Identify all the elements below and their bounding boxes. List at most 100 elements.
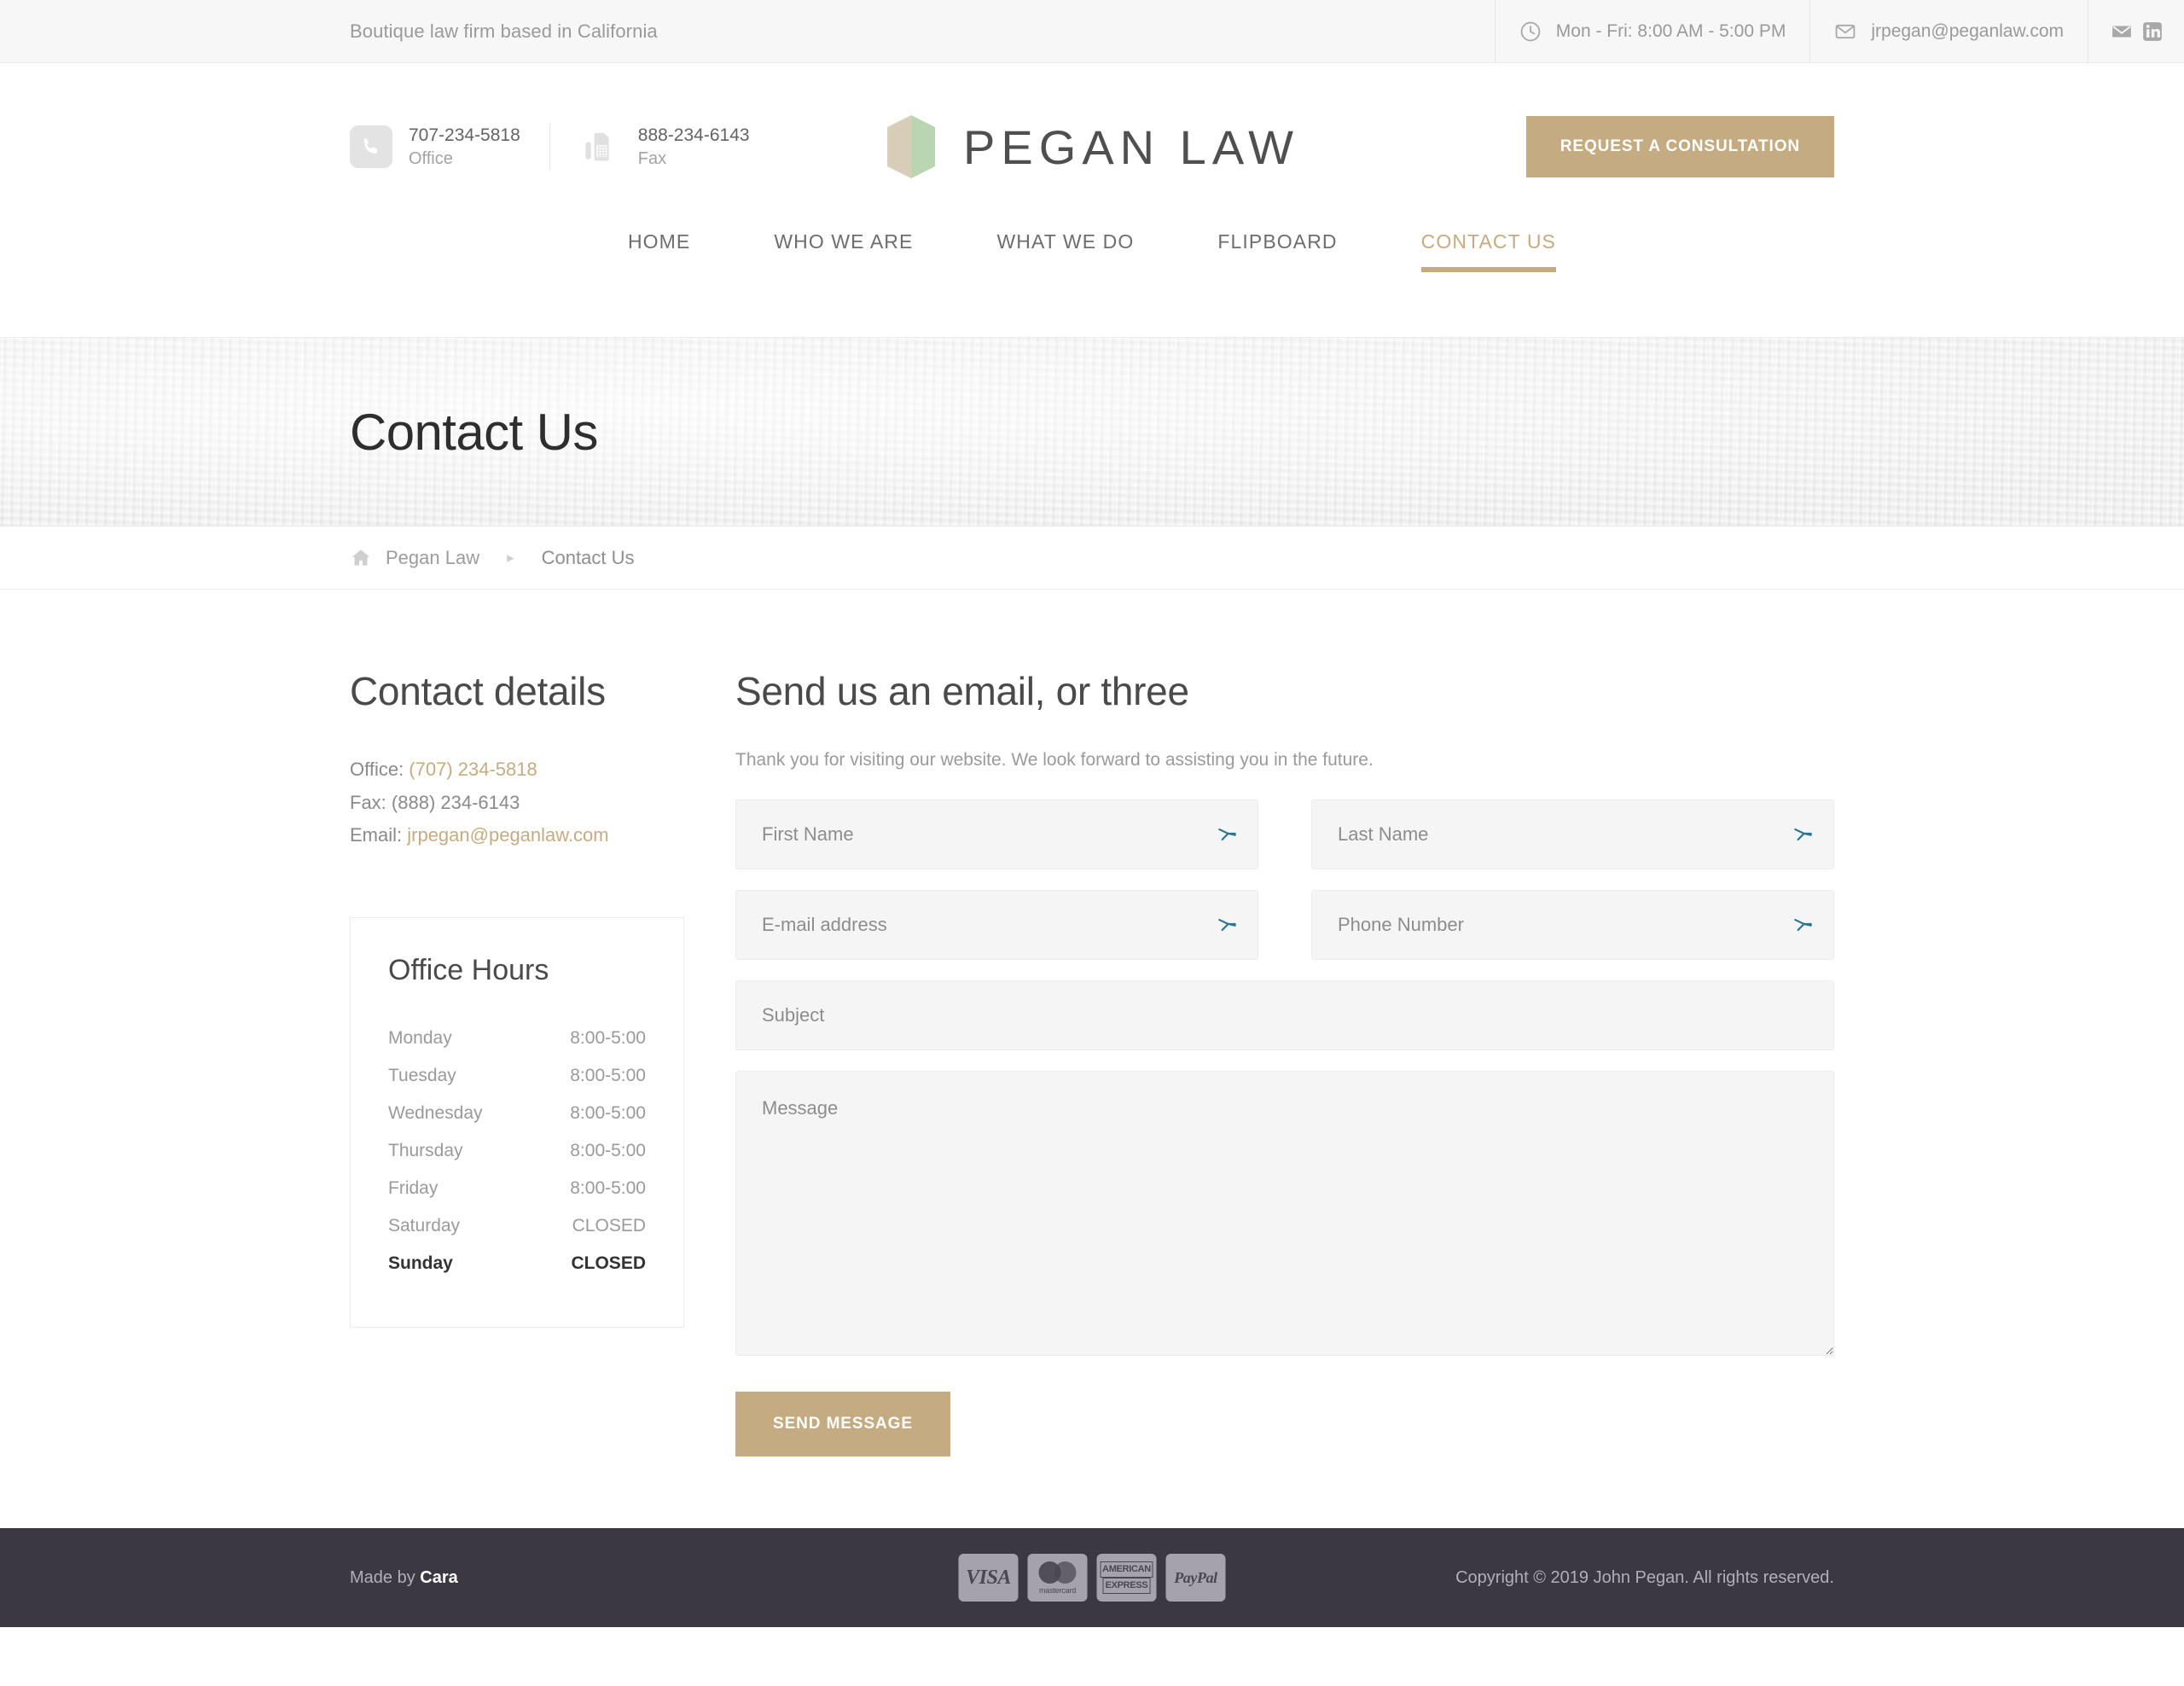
mastercard-icon: mastercard [1027,1554,1088,1602]
social-links [2088,0,2184,62]
fax-icon [579,125,622,168]
hours-day: Saturday [388,1215,461,1235]
tagline: Boutique law firm based in California [350,20,658,42]
last-name-input[interactable] [1311,799,1834,869]
mastercard-circles [1038,1561,1077,1584]
copyright: Copyright © 2019 John Pegan. All rights … [1455,1567,1834,1587]
visa-label: VISA [966,1566,1011,1589]
breadcrumb: Pegan Law ▸ Contact Us [0,526,2184,590]
site-logo[interactable]: PEGAN LAW [885,114,1299,179]
site-footer: Made by Cara VISA mastercard AMERICAN EX… [0,1528,2184,1627]
send-message-button[interactable]: SEND MESSAGE [735,1392,950,1456]
breadcrumb-item-pegan-law[interactable]: Pegan Law [386,547,479,569]
hours-row: Saturday CLOSED [388,1207,646,1245]
envelope-icon [1834,20,1856,43]
detail-fax-value: (888) 234-6143 [391,791,520,813]
detail-office: Office: (707) 234-5818 [350,753,682,787]
hours-day: Monday [388,1027,452,1048]
topbar-email[interactable]: jrpegan@peganlaw.com [1809,0,2088,62]
business-hours-text: Mon - Fri: 8:00 AM - 5:00 PM [1555,20,1786,41]
hours-row: Monday 8:00-5:00 [388,1020,646,1057]
header-divider [549,123,550,171]
hours-row: Thursday 8:00-5:00 [388,1132,646,1170]
visa-icon: VISA [958,1554,1019,1602]
subject-field [735,980,1834,1050]
office-hours-title: Office Hours [388,953,549,986]
hours-row-today: Sunday CLOSED [388,1245,646,1282]
detail-email: Email: jrpegan@peganlaw.com [350,819,682,852]
linkedin-icon[interactable] [2141,20,2164,43]
nav-item-contact-us[interactable]: CONTACT US [1380,230,1598,272]
hours-day: Sunday [388,1253,453,1273]
office-hours-card: Office Hours Monday 8:00-5:00 Tuesday 8:… [350,916,684,1328]
contact-details-title: Contact details [350,669,606,713]
nav-item-home[interactable]: HOME [586,230,732,272]
made-by-prefix: Made by [350,1567,421,1587]
detail-fax-label: Fax: [350,791,392,813]
paypal-label: PayPal [1174,1568,1217,1586]
phone-icon [350,125,392,168]
first-name-input[interactable] [735,799,1258,869]
hours-value: 8:00-5:00 [570,1102,646,1123]
email-icon[interactable] [2111,20,2133,43]
hours-day: Tuesday [388,1065,456,1085]
home-icon[interactable] [350,547,372,569]
hours-row: Friday 8:00-5:00 [388,1170,646,1207]
amex-icon: AMERICAN EXPRESS [1096,1554,1157,1602]
utility-topbar: Boutique law firm based in California Mo… [0,0,2184,63]
email-field [735,890,1258,960]
paypal-icon: PayPal [1165,1554,1226,1602]
detail-office-label: Office: [350,759,410,780]
amex-top-label: AMERICAN [1100,1561,1153,1578]
page-content: Contact details Office: (707) 234-5818 F… [0,590,2184,1528]
hours-row: Tuesday 8:00-5:00 [388,1057,646,1095]
breadcrumb-separator-icon: ▸ [507,549,514,566]
hours-day: Thursday [388,1140,463,1160]
office-phone-label: Office [409,148,453,168]
site-header: 707-234-5818 Office 888-234-6143 Fax PEG… [0,63,2184,230]
mastercard-label: mastercard [1038,1585,1076,1595]
header-office-phone[interactable]: 707-234-5818 Office [350,124,520,169]
hours-value: 8:00-5:00 [570,1140,646,1160]
form-row-message [735,1071,1834,1356]
topbar-right: Mon - Fri: 8:00 AM - 5:00 PM jrpegan@peg… [1494,0,2184,62]
breadcrumb-item-contact-us: Contact Us [541,546,635,568]
detail-fax: Fax: (888) 234-6143 [350,787,682,820]
hours-day: Friday [388,1177,439,1198]
hours-day: Wednesday [388,1102,483,1123]
request-consultation-button[interactable]: REQUEST A CONSULTATION [1525,116,1834,177]
header-fax-number: 888-234-6143 Fax [579,124,750,169]
nav-item-who-we-are[interactable]: WHO WE ARE [732,230,955,272]
detail-email-label: Email: [350,824,408,846]
hours-row: Wednesday 8:00-5:00 [388,1095,646,1132]
phone-input[interactable] [1311,890,1834,960]
payment-methods: VISA mastercard AMERICAN EXPRESS PayPal [958,1554,1226,1602]
page-title: Contact Us [350,403,598,461]
fax-label: Fax [637,148,667,168]
header-contact-block: 707-234-5818 Office 888-234-6143 Fax [350,123,750,171]
nav-item-flipboard[interactable]: FLIPBOARD [1176,230,1379,272]
contact-form-intro: Thank you for visiting our website. We l… [735,750,1374,770]
fax-number-text: 888-234-6143 [637,125,750,146]
contact-form: SEND MESSAGE [735,799,1834,1456]
hexagon-logo-icon [885,114,938,179]
detail-office-link[interactable]: (707) 234-5818 [409,759,537,780]
form-row-subject [735,980,1834,1050]
detail-email-link[interactable]: jrpegan@peganlaw.com [407,824,608,846]
nav-item-what-we-do[interactable]: WHAT WE DO [955,230,1176,272]
last-name-field [1311,799,1834,869]
page-banner: Contact Us [0,337,2184,526]
office-phone-number: 707-234-5818 [409,125,520,146]
brand-name: PEGAN LAW [963,119,1299,174]
hours-value: CLOSED [571,1253,646,1273]
email-input[interactable] [735,890,1258,960]
hours-value: 8:00-5:00 [570,1065,646,1085]
contact-details-column: Contact details Office: (707) 234-5818 F… [350,668,684,1328]
topbar-email-text: jrpegan@peganlaw.com [1871,20,2064,41]
message-textarea[interactable] [735,1071,1834,1356]
contact-form-title: Send us an email, or three [735,669,1189,713]
topbar-left: Boutique law firm based in California [0,0,1495,62]
form-row-contact [735,890,1834,960]
made-by-name[interactable]: Cara [420,1568,457,1587]
subject-input[interactable] [735,980,1834,1050]
